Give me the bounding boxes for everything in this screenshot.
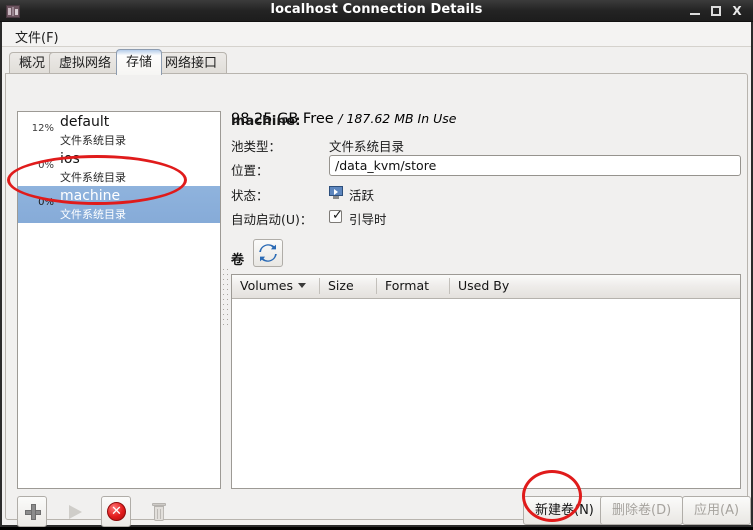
delete-pool-button [143, 496, 173, 527]
trash-icon [152, 503, 166, 521]
tab-virtual-networks[interactable]: 虚拟网络 [49, 52, 122, 74]
menu-item-file[interactable]: 文件(F) [9, 25, 65, 48]
column-header-format[interactable]: Format [377, 275, 450, 298]
add-pool-button[interactable] [17, 496, 47, 527]
pool-details-pane: machine: 98.25 GB Free / 187.62 MB In Us… [231, 111, 741, 489]
close-icon[interactable]: X [729, 4, 745, 18]
window-title: localhost Connection Details [270, 2, 483, 17]
column-header-used-by[interactable]: Used By [450, 275, 740, 298]
stop-icon: ✕ [107, 502, 126, 521]
column-header-format-label: Format [385, 278, 430, 293]
volumes-table-header: Volumes Size Format Used By [232, 275, 740, 299]
pool-name: default [60, 114, 110, 130]
pool-name: machine [60, 188, 121, 204]
storage-pool-list[interactable]: 12% default 文件系统目录 0% ios 文件系统目录 0% mach… [17, 111, 221, 489]
connection-details-window: localhost Connection Details X 文件(F) 概况 … [0, 0, 753, 527]
client-area: 文件(F) 概况 虚拟网络 存储 网络接口 12% default 文件系统目录… [2, 22, 752, 527]
pool-type: 文件系统目录 [60, 134, 126, 147]
pool-name: ios [60, 151, 80, 167]
column-header-volumes-label: Volumes [240, 278, 294, 293]
pool-type: 文件系统目录 [60, 171, 126, 184]
delete-volume-button: 删除卷(D) [600, 496, 684, 525]
tab-storage[interactable]: 存储 [116, 49, 163, 75]
pool-type: 文件系统目录 [60, 208, 126, 221]
state-label: 状态： [231, 188, 269, 203]
column-header-size-label: Size [328, 278, 354, 293]
new-volume-button[interactable]: 新建卷(N) [523, 496, 606, 525]
minimize-icon[interactable] [687, 4, 703, 18]
volumes-table[interactable]: Volumes Size Format Used By [231, 274, 741, 489]
tab-network-interfaces[interactable]: 网络接口 [155, 52, 228, 74]
state-value: 活跃 [349, 188, 375, 203]
location-input[interactable] [329, 155, 741, 176]
pool-used-value: / 187.62 MB In Use [338, 111, 457, 126]
chevron-down-icon [298, 283, 306, 288]
column-header-volumes[interactable]: Volumes [232, 275, 320, 298]
autostart-checkbox[interactable]: ✓ [329, 209, 343, 223]
plus-icon [25, 504, 41, 520]
autostart-label: 自动启动(U)： [231, 212, 313, 227]
apply-button: 应用(A) [682, 496, 752, 525]
list-item-machine[interactable]: 0% machine 文件系统目录 [18, 186, 220, 223]
pool-usage-percent: 0% [38, 197, 54, 208]
pool-usage-percent: 0% [38, 160, 54, 171]
storage-tab-page: 12% default 文件系统目录 0% ios 文件系统目录 0% mach… [5, 73, 752, 527]
active-monitor-icon [329, 186, 343, 199]
pane-splitter[interactable] [222, 111, 229, 489]
pool-capacity-line: 98.25 GB Free / 187.62 MB In Use [231, 111, 741, 127]
play-icon [69, 505, 82, 519]
autostart-value: 引导时 [349, 212, 387, 227]
pool-type-value: 文件系统目录 [329, 139, 405, 154]
list-item[interactable]: 12% default 文件系统目录 [18, 112, 220, 149]
column-header-size[interactable]: Size [320, 275, 377, 298]
title-bar[interactable]: localhost Connection Details X [0, 0, 753, 22]
splitter-grip [223, 269, 228, 331]
maximize-icon[interactable] [708, 4, 724, 18]
pool-type-label: 池类型： [231, 139, 282, 154]
volumes-section-label: 卷 [231, 253, 245, 268]
pool-toolbar: ✕ [17, 496, 177, 530]
pool-usage-percent: 12% [31, 123, 54, 134]
column-header-used-by-label: Used By [458, 278, 510, 293]
pool-title: machine: [231, 113, 301, 129]
stop-pool-button[interactable]: ✕ [101, 496, 131, 527]
list-item[interactable]: 0% ios 文件系统目录 [18, 149, 220, 186]
start-pool-button [59, 496, 89, 527]
refresh-icon[interactable] [253, 239, 283, 267]
location-label: 位置： [231, 163, 269, 178]
menu-bar: 文件(F) [2, 22, 751, 47]
tab-strip: 概况 虚拟网络 存储 网络接口 [2, 48, 751, 75]
